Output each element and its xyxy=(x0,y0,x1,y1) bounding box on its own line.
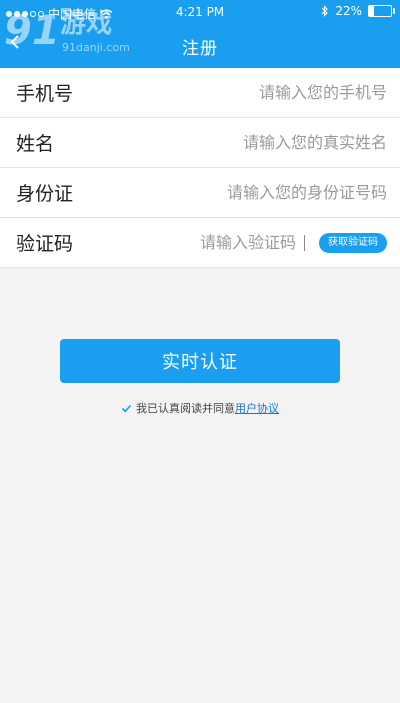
user-agreement-link[interactable]: 用户协议 xyxy=(235,400,279,416)
header-bar: 中国电信 4:21 PM 22% 91 游戏 91danji.com 注册 xyxy=(0,0,400,68)
id-card-input[interactable] xyxy=(73,183,387,202)
id-card-row: 身份证 xyxy=(0,168,400,218)
name-label: 姓名 xyxy=(16,133,55,155)
bluetooth-icon xyxy=(321,5,329,17)
phone-row: 手机号 xyxy=(0,68,400,118)
text-caret xyxy=(304,234,305,251)
agreement-text: 我已认真阅读并同意 xyxy=(136,402,235,415)
phone-input[interactable] xyxy=(73,83,387,102)
verify-submit-button[interactable]: 实时认证 xyxy=(60,339,340,383)
page-title: 注册 xyxy=(182,39,218,59)
battery-fill xyxy=(369,6,374,16)
status-bar: 中国电信 4:21 PM 22% xyxy=(0,0,400,24)
name-input[interactable] xyxy=(54,133,387,152)
phone-label: 手机号 xyxy=(16,83,74,105)
verification-code-label: 验证码 xyxy=(16,233,74,255)
get-code-button[interactable]: 获取验证码 xyxy=(319,232,387,253)
registration-form: 手机号 姓名 身份证 验证码 获取验证码 xyxy=(0,68,400,268)
verification-code-input[interactable] xyxy=(73,233,296,252)
agreement: 我已认真阅读并同意 用户协议 xyxy=(0,400,400,416)
checkmark-icon[interactable] xyxy=(121,403,132,414)
verification-code-row: 验证码 获取验证码 xyxy=(0,218,400,268)
name-row: 姓名 xyxy=(0,118,400,168)
battery-icon xyxy=(368,5,395,17)
id-card-label: 身份证 xyxy=(16,183,74,205)
battery-percent: 22% xyxy=(335,4,362,18)
status-right: 22% xyxy=(321,4,395,18)
